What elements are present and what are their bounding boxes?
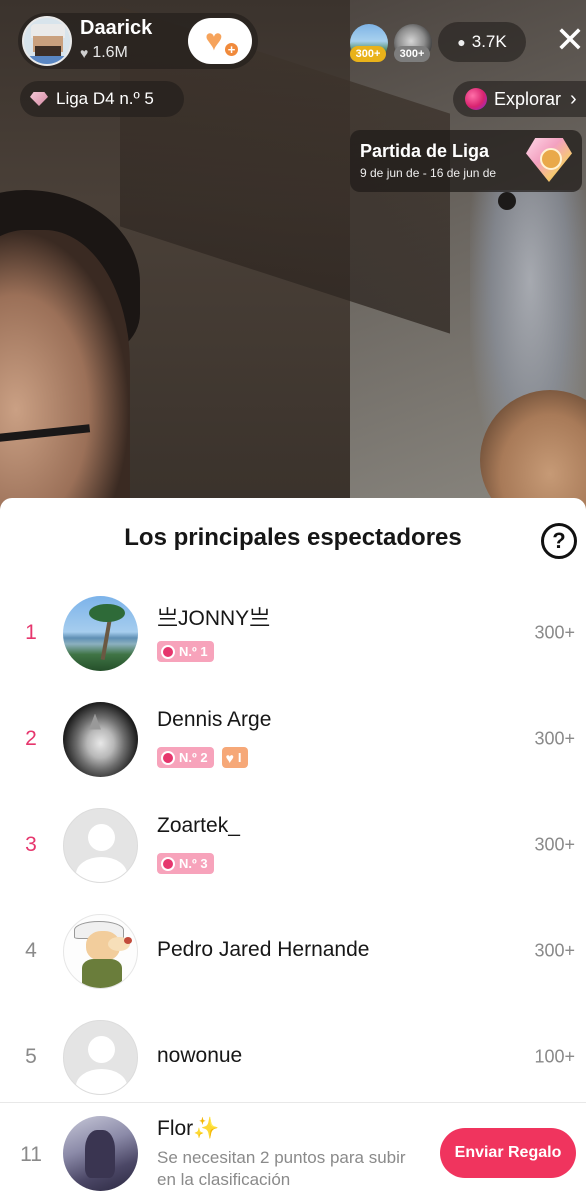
default-avatar-head <box>88 1035 115 1063</box>
viewer-row-1[interactable]: 1 亗JONNY亗 N.º 1 300+ <box>0 580 586 686</box>
default-avatar-head <box>88 823 115 851</box>
fan-badge-label: I <box>237 750 242 765</box>
avatar-nose <box>124 936 132 944</box>
league-pill[interactable]: Liga D4 n.º 5 <box>20 81 184 117</box>
viewer-avatar[interactable] <box>63 1019 138 1095</box>
viewer-score: 100+ <box>534 1046 575 1067</box>
person-icon: ● <box>457 34 466 50</box>
match-title: Partida de Liga <box>360 141 490 161</box>
host-name: Daarick <box>80 17 153 39</box>
medal-icon <box>161 644 175 659</box>
viewer-avatar[interactable] <box>63 913 138 989</box>
diamond-icon <box>30 92 48 106</box>
my-rank: 11 <box>20 1143 42 1166</box>
rank-badge-label: N.º 1 <box>179 644 208 659</box>
viewer-score: 300+ <box>534 622 575 643</box>
top-viewer-badge-1: 300+ <box>350 46 386 62</box>
viewer-rank: 1 <box>25 621 37 644</box>
viewer-rank: 3 <box>25 833 37 856</box>
top-viewers-sheet: Los principales espectadores ? 1 亗JONNY亗… <box>0 498 586 1200</box>
viewer-badges: N.º 3 <box>157 853 214 874</box>
viewer-score: 300+ <box>534 728 575 749</box>
viewer-rank: 2 <box>25 727 37 750</box>
viewer-rank: 5 <box>25 1045 37 1068</box>
sheet-title: Los principales espectadores <box>124 524 462 551</box>
help-icon[interactable]: ? <box>541 523 577 559</box>
viewer-rank: 4 <box>25 939 37 962</box>
viewer-name: 亗JONNY亗 <box>157 607 271 630</box>
explore-label: Explorar <box>494 88 562 109</box>
viewer-avatar[interactable] <box>63 807 138 883</box>
viewer-badges: N.º 2 ♥ I <box>157 747 248 768</box>
viewer-name: Pedro Jared Hernande <box>157 938 370 961</box>
rank-badge-label: N.º 3 <box>179 856 208 871</box>
my-avatar[interactable] <box>63 1115 138 1191</box>
my-name: Flor✨ <box>157 1117 220 1140</box>
close-icon[interactable]: ✕ <box>550 20 586 60</box>
host-avatar[interactable] <box>22 16 72 66</box>
rank-badge: N.º 3 <box>157 853 214 874</box>
chevron-right-icon: › <box>570 87 577 110</box>
viewer-avatar[interactable] <box>63 701 138 777</box>
video-camera-dot <box>498 192 516 210</box>
viewer-badges: N.º 1 <box>157 641 214 662</box>
viewer-count: 3.7K <box>471 32 507 51</box>
top-viewer-badge-2: 300+ <box>394 46 430 62</box>
host-likes-count: 1.6M <box>92 44 128 61</box>
viewer-avatar[interactable] <box>63 595 138 671</box>
league-label: Liga D4 n.º 5 <box>56 89 154 108</box>
league-gem-icon <box>526 138 572 182</box>
my-rank-hint: Se necesitan 2 puntos para subir en la c… <box>157 1148 406 1189</box>
medal-icon <box>161 750 175 765</box>
follow-button[interactable]: ♥ + <box>188 18 252 64</box>
viewer-name: Zoartek_ <box>157 814 240 837</box>
fan-badge: ♥ I <box>221 747 248 768</box>
viewer-name: Dennis Arge <box>157 708 272 731</box>
explore-button[interactable]: Explorar › <box>453 81 586 117</box>
avatar-body <box>82 958 122 988</box>
viewer-row-4[interactable]: 4 Pedro Jared Hernande 300+ <box>0 898 586 1004</box>
rank-badge: N.º 2 <box>157 747 214 768</box>
my-rank-row: 11 Flor✨ Se necesitan 2 puntos para subi… <box>0 1103 586 1200</box>
medal-icon <box>161 856 175 871</box>
heart-plus-icon: ♥ + <box>205 26 239 57</box>
default-avatar-body <box>76 1068 127 1094</box>
viewer-row-2[interactable]: 2 Dennis Arge N.º 2 ♥ I 300+ <box>0 686 586 792</box>
league-match-card[interactable]: Partida de Liga 9 de jun de - 16 de jun … <box>350 130 582 192</box>
rank-badge: N.º 1 <box>157 641 214 662</box>
viewer-row-3[interactable]: 3 Zoartek_ N.º 3 300+ <box>0 792 586 898</box>
viewer-row-5[interactable]: 5 nowonue 100+ <box>0 1004 586 1110</box>
viewer-name: nowonue <box>157 1044 243 1067</box>
match-dates: 9 de jun de - 16 de jun de <box>360 166 497 180</box>
host-likes: ♥ 1.6M <box>80 44 128 62</box>
live-video[interactable] <box>0 0 586 510</box>
heart-icon: ♥ <box>225 749 234 766</box>
default-avatar-body <box>76 856 127 882</box>
viewer-count-pill[interactable]: ● 3.7K <box>438 22 526 62</box>
send-gift-button[interactable]: Enviar Regalo <box>440 1128 576 1178</box>
rank-badge-label: N.º 2 <box>179 750 208 765</box>
explore-ball-icon <box>465 88 487 110</box>
viewer-score: 300+ <box>534 834 575 855</box>
heart-icon: ♥ <box>80 45 89 61</box>
viewer-score: 300+ <box>534 940 575 961</box>
